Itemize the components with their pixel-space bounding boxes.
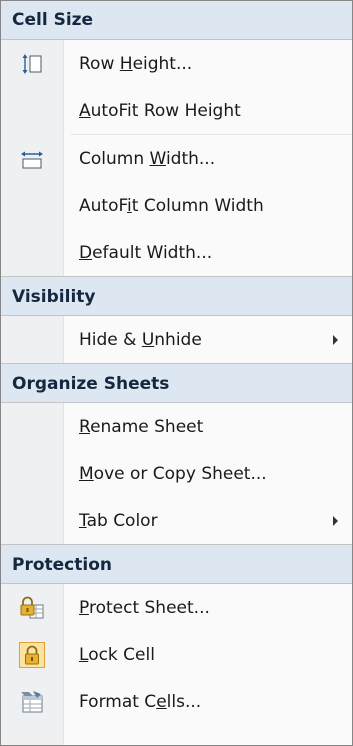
- menu-item-autofit-row-height[interactable]: AutoFit Row Height: [1, 87, 352, 134]
- submenu-arrow-icon: [333, 334, 338, 345]
- menu-item-label: Move or Copy Sheet...: [79, 463, 267, 484]
- menu-item-row-height[interactable]: Row Height...: [1, 40, 352, 87]
- section-header-organize-sheets: Organize Sheets: [1, 363, 352, 403]
- menu-item-column-width[interactable]: Column Width...: [1, 135, 352, 182]
- menu-item-label: Row Height...: [79, 53, 193, 74]
- menu-item-label: Lock Cell: [79, 644, 155, 665]
- menu-item-format-cells[interactable]: Format Cells...: [1, 678, 352, 725]
- menu-item-rename-sheet[interactable]: Rename Sheet: [1, 403, 352, 450]
- cell-format-menu: Cell Size Row Height... AutoFit Row Heig…: [0, 0, 353, 746]
- menu-item-label: Format Cells...: [79, 691, 202, 712]
- menu-item-label: Protect Sheet...: [79, 597, 210, 618]
- section-header-cell-size: Cell Size: [1, 1, 352, 40]
- menu-item-label: AutoFit Column Width: [79, 195, 264, 216]
- menu-item-default-width[interactable]: Default Width...: [1, 229, 352, 276]
- menu-item-label: Hide & Unhide: [79, 329, 202, 350]
- row-height-icon: [1, 40, 63, 87]
- menu-item-label: Rename Sheet: [79, 416, 204, 437]
- section-header-visibility: Visibility: [1, 276, 352, 316]
- menu-item-protect-sheet[interactable]: Protect Sheet...: [1, 584, 352, 631]
- menu-item-label: Tab Color: [79, 510, 158, 531]
- menu-item-label: AutoFit Row Height: [79, 100, 241, 121]
- submenu-arrow-icon: [333, 515, 338, 526]
- lock-cell-icon: [19, 641, 45, 668]
- menu-item-lock-cell[interactable]: Lock Cell: [1, 631, 352, 678]
- menu-item-tab-color[interactable]: Tab Color: [1, 497, 352, 544]
- menu-item-autofit-column-width[interactable]: AutoFit Column Width: [1, 182, 352, 229]
- menu-item-label: Column Width...: [79, 148, 216, 169]
- column-width-icon: [1, 135, 63, 182]
- section-header-protection: Protection: [1, 544, 352, 584]
- menu-item-hide-unhide[interactable]: Hide & Unhide: [1, 316, 352, 363]
- format-cells-icon: [1, 678, 63, 725]
- menu-item-move-copy-sheet[interactable]: Move or Copy Sheet...: [1, 450, 352, 497]
- menu-item-label: Default Width...: [79, 242, 213, 263]
- protect-sheet-icon: [1, 584, 63, 631]
